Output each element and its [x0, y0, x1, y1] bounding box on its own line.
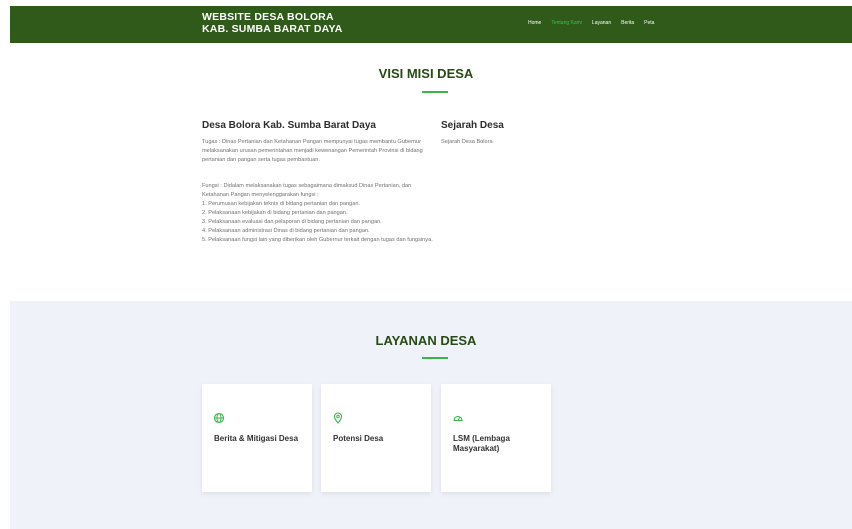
nav-tentang-kami[interactable]: Tentang Kami	[551, 20, 582, 26]
nav-home[interactable]: Home	[528, 20, 541, 26]
sejarah-text: Sejarah Desa Bolora	[441, 139, 493, 145]
map-pin-icon	[333, 412, 343, 424]
fungsi-item: 4. Pelaksanaan administrasi Dinas di bid…	[202, 228, 370, 234]
gauge-icon	[453, 415, 463, 422]
globe-icon	[213, 412, 225, 424]
nav-layanan[interactable]: Layanan	[592, 20, 611, 26]
fungsi-item: 1. Perumusan kebijakan teknis di bidang …	[202, 201, 360, 207]
card-label: Berita & Mitigasi Desa	[214, 434, 299, 443]
left-column-title: Desa Bolora Kab. Sumba Barat Daya	[202, 120, 376, 131]
fungsi-intro: Fungsi : Didalam melaksanakan tugas seba…	[202, 183, 412, 198]
fungsi-list: 1. Perumusan kebijakan teknis di bidang …	[202, 200, 438, 245]
fungsi-item: 3. Pelaksanaan evaluasi dan pelaporan di…	[202, 219, 382, 225]
nav-peta[interactable]: Peta	[644, 20, 654, 26]
layanan-card-berita[interactable]: Berita & Mitigasi Desa	[202, 384, 312, 492]
visi-misi-heading: VISI MISI DESA	[378, 66, 474, 81]
layanan-card-lsm[interactable]: LSM (Lembaga Masyarakat)	[441, 384, 551, 492]
layanan-card-potensi[interactable]: Potensi Desa	[321, 384, 431, 492]
nav-berita[interactable]: Berita	[621, 20, 634, 26]
layanan-heading-underline	[422, 357, 448, 359]
tugas-paragraph: Tugas : Dinas Pertanian dan Ketahanan Pa…	[202, 139, 423, 163]
site-brand[interactable]: WEBSITE DESA BOLORA KAB. SUMBA BARAT DAY…	[202, 11, 343, 35]
card-label: LSM (Lembaga Masyarakat)	[453, 434, 510, 453]
top-navbar: WEBSITE DESA BOLORA KAB. SUMBA BARAT DAY…	[10, 6, 852, 43]
brand-line-2: KAB. SUMBA BARAT DAYA	[202, 23, 343, 35]
brand-line-1: WEBSITE DESA BOLORA	[202, 11, 334, 23]
fungsi-item: 5. Pelaksanaan fungsi lain yang diberika…	[202, 237, 433, 243]
visi-heading-underline	[422, 91, 448, 93]
layanan-heading: LAYANAN DESA	[375, 333, 477, 348]
sejarah-title: Sejarah Desa	[441, 120, 504, 131]
card-label: Potensi Desa	[333, 434, 384, 443]
main-nav: Home Tentang Kami Layanan Berita Peta	[528, 20, 654, 26]
fungsi-item: 2. Pelaksanaan kebijakan di bidang perta…	[202, 210, 348, 216]
